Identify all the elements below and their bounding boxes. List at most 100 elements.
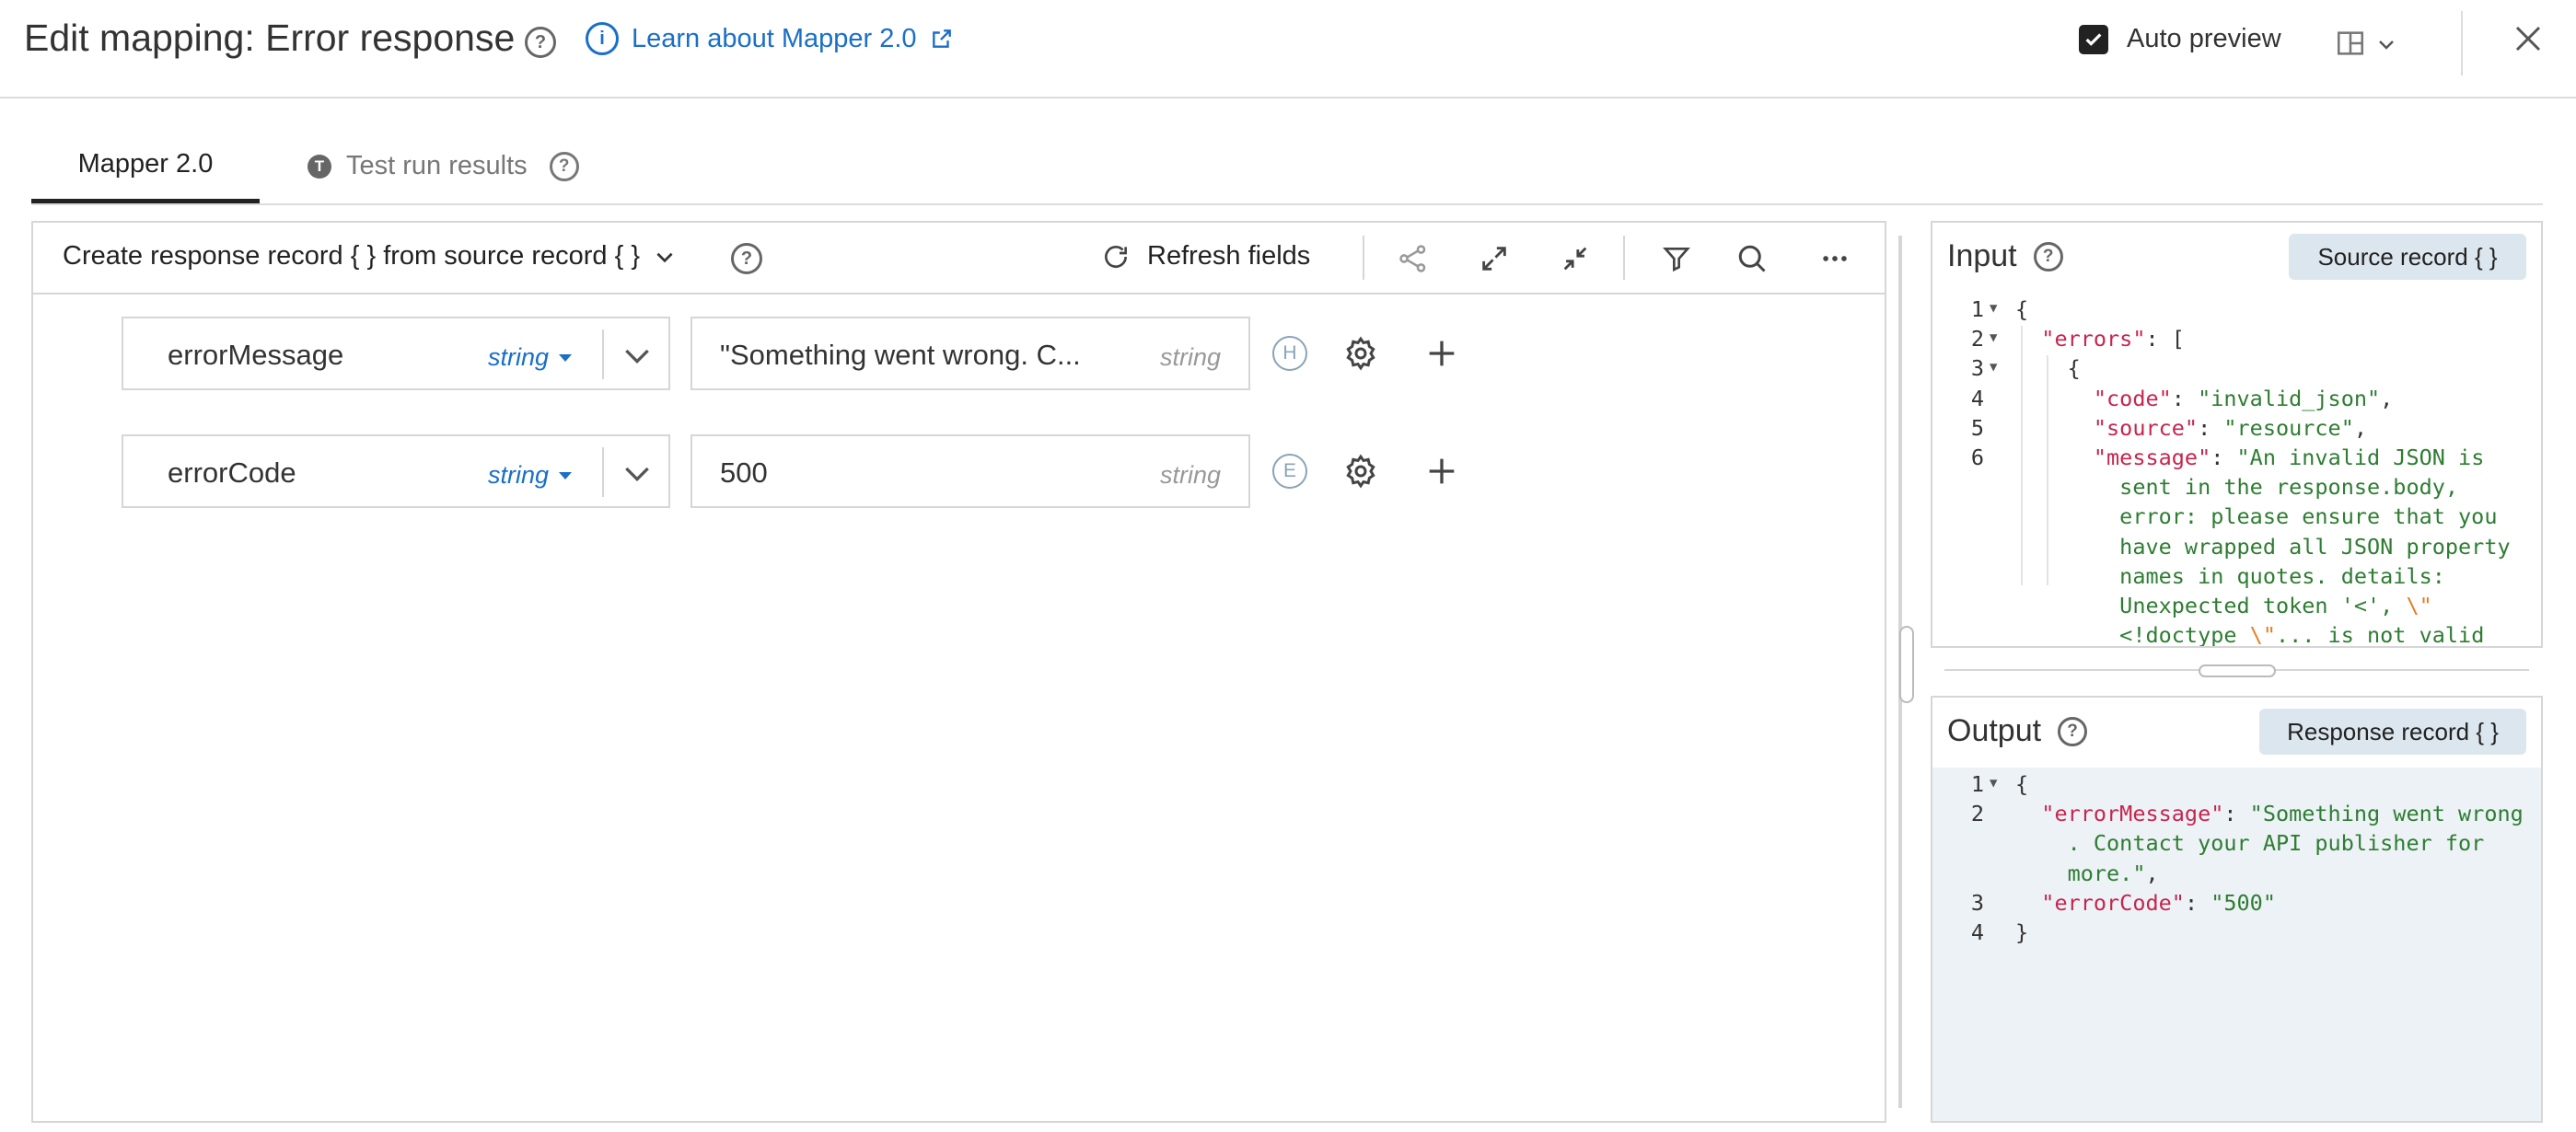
mapper-panel: Create response record { } from source r… [31, 221, 1886, 1123]
handlebars-badge: H [1272, 336, 1307, 371]
refresh-icon [1105, 245, 1127, 268]
caret-down-icon [559, 471, 573, 479]
expression-badge: E [1272, 454, 1307, 489]
refresh-fields-label: Refresh fields [1147, 241, 1311, 271]
destination-field[interactable]: "Something went wrong. C... string [690, 317, 1250, 390]
splitter-handle[interactable] [1899, 626, 1914, 703]
source-type-label: string [488, 343, 550, 371]
source-field-name: errorCode [168, 456, 296, 489]
add-icon[interactable] [1423, 453, 1460, 490]
create-record-label: Create response record { } from source r… [63, 241, 641, 271]
caret-down-icon [559, 353, 573, 362]
source-type-label: string [488, 461, 550, 489]
line-number: 4 [1970, 385, 1984, 411]
destination-value: 500 [720, 456, 768, 489]
mapping-row: errorMessage string "Something went wron… [122, 317, 1455, 390]
code-line: "source": "resource", [2093, 414, 2368, 441]
toolbar-divider [1623, 236, 1625, 280]
source-field[interactable]: errorMessage string [122, 317, 670, 390]
indent-guide [2021, 326, 2023, 585]
page-title: Edit mapping: Error response [24, 17, 516, 59]
source-type-dropdown[interactable]: string [488, 343, 573, 372]
code-line: "errorCode": "500" [2041, 889, 2276, 916]
output-panel-title: Output ? [1947, 713, 2088, 749]
gear-icon[interactable] [1342, 453, 1379, 490]
input-panel-header: Input ? Source record { } [1932, 223, 2541, 293]
mapper-toolbar: Create response record { } from source r… [33, 223, 1885, 295]
help-icon[interactable]: ? [525, 27, 556, 58]
gear-icon[interactable] [1342, 335, 1379, 372]
input-code-editor[interactable]: 1 ▼{2 ▼ "errors": [3 ▼ {4 "code": "invalid_… [1932, 293, 2541, 646]
input-panel: Input ? Source record { } 1 ▼ {2 ▼ "errors"… [1931, 221, 2543, 648]
line-number: 4 [1970, 919, 1984, 945]
tab-mapper[interactable]: Mapper 2.0 [31, 129, 260, 203]
line-number: 2 [1970, 326, 1984, 352]
resize-handle[interactable] [2199, 664, 2276, 677]
code-line: <!doctype \"... is not valid [2015, 622, 2485, 648]
code-line: names in quotes. details: [2015, 562, 2445, 589]
source-record-button[interactable]: Source record { } [2289, 234, 2526, 280]
code-line: . Contact your API publisher for [2015, 830, 2485, 857]
destination-value: "Something went wrong. C... [720, 339, 1081, 371]
layout-icon [2337, 31, 2364, 55]
code-line: } [2015, 919, 2029, 945]
learn-mapper-link[interactable]: i Learn about Mapper 2.0 [586, 22, 954, 55]
code-line: "errors": [ [2041, 326, 2185, 352]
source-field-name: errorMessage [168, 339, 344, 371]
layout-toggle-button[interactable] [2335, 28, 2401, 59]
chevron-down-icon[interactable] [619, 455, 656, 491]
toolbar-divider [1363, 236, 1364, 280]
destination-type: string [1159, 343, 1221, 371]
field-divider [602, 329, 604, 379]
create-record-dropdown[interactable]: Create response record { } from source r… [63, 241, 677, 271]
tab-bar: Mapper 2.0 T Test run results ? [31, 129, 2543, 205]
line-number: 3 [1970, 889, 1984, 916]
learn-link-label: Learn about Mapper 2.0 [632, 23, 917, 53]
field-divider [602, 447, 604, 497]
search-button[interactable] [1733, 239, 1771, 278]
destination-field[interactable]: 500 string [690, 434, 1250, 508]
expand-all-button[interactable] [1475, 239, 1514, 278]
tab-label: Test run results [346, 151, 528, 180]
source-field[interactable]: errorCode string [122, 434, 670, 508]
source-type-dropdown[interactable]: string [488, 461, 573, 490]
chevron-down-icon [2379, 40, 2394, 50]
code-line: { [2015, 771, 2029, 797]
tree-view-button[interactable] [1394, 239, 1433, 278]
external-link-icon [932, 29, 951, 48]
input-title-label: Input [1947, 238, 2017, 273]
add-icon[interactable] [1423, 335, 1460, 372]
code-line: error: please ensure that you [2015, 503, 2498, 530]
help-icon[interactable]: ? [549, 151, 579, 181]
fold-toggle-icon[interactable]: ▼ [1990, 776, 1997, 791]
dialog-header: Edit mapping: Error response ? i Learn a… [0, 0, 2576, 98]
help-icon[interactable]: ? [2033, 241, 2063, 271]
line-number: 6 [1970, 445, 1984, 470]
close-icon[interactable] [2512, 22, 2545, 55]
collapse-all-button[interactable] [1556, 239, 1595, 278]
collapse-icon [1563, 247, 1587, 271]
code-line: { [2015, 296, 2029, 322]
search-icon [1738, 245, 1766, 272]
code-line: more.", [2015, 860, 2159, 886]
help-icon[interactable]: ? [731, 243, 762, 274]
refresh-fields-button[interactable]: Refresh fields [1101, 241, 1310, 271]
indent-guide [2047, 355, 2048, 585]
line-number: 5 [1970, 414, 1984, 441]
filter-button[interactable] [1657, 239, 1696, 278]
more-options-button[interactable] [1816, 239, 1854, 278]
code-line: have wrapped all JSON property [2015, 533, 2511, 560]
fold-toggle-icon[interactable]: ▼ [1990, 330, 1997, 345]
checkmark-icon [2085, 32, 2102, 46]
line-number: 1 [1970, 296, 1984, 322]
chevron-down-icon[interactable] [619, 337, 656, 374]
response-record-button[interactable]: Response record { } [2259, 709, 2526, 755]
output-code-editor[interactable]: 1 ▼ {2 "errorMessage": "Something went wro… [1932, 768, 2541, 1121]
auto-preview-checkbox[interactable] [2079, 24, 2108, 54]
auto-preview-toggle[interactable]: Auto preview [2079, 24, 2281, 54]
fold-toggle-icon[interactable]: ▼ [1990, 301, 1997, 316]
fold-toggle-icon[interactable]: ▼ [1990, 360, 1997, 375]
tab-test-run-results[interactable]: T Test run results ? [307, 129, 579, 203]
info-icon: i [586, 22, 619, 55]
help-icon[interactable]: ? [2058, 716, 2088, 746]
